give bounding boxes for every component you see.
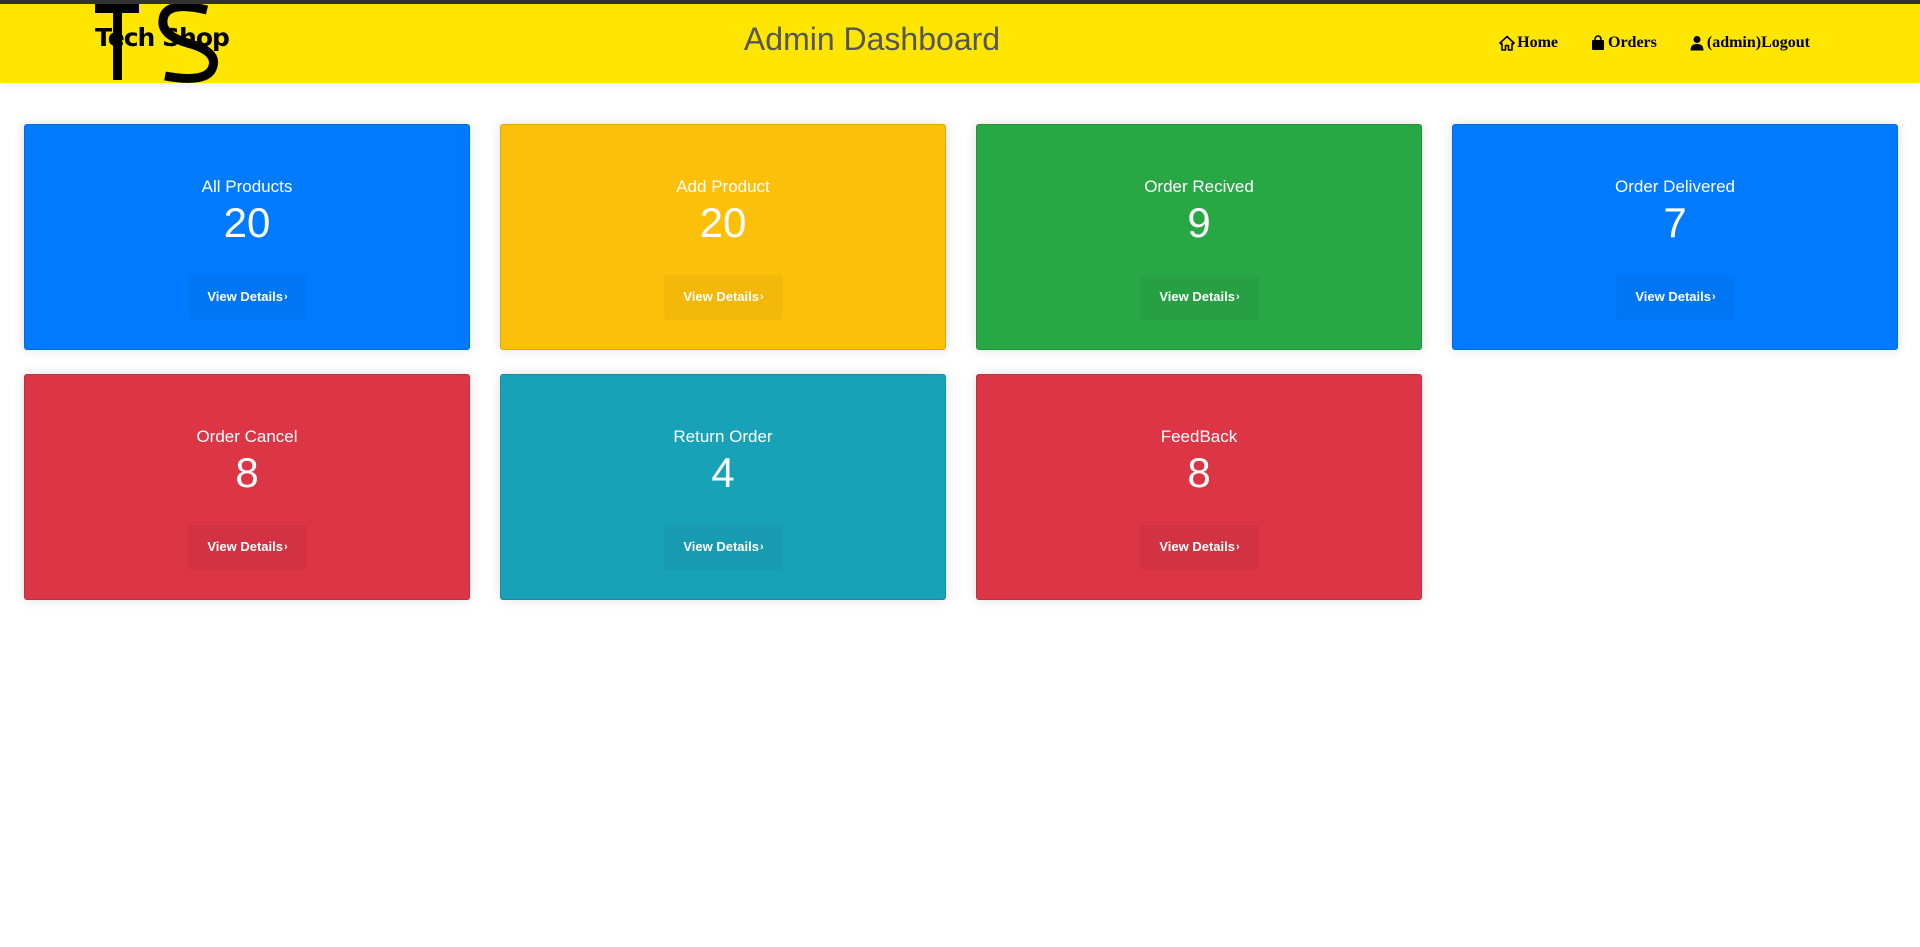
- card-title: FeedBack: [1160, 427, 1238, 446]
- card-count: 8: [235, 449, 259, 496]
- chevron-right-icon: ›: [1711, 290, 1716, 303]
- card-return-order: Return Order 4 View Details ›: [500, 374, 946, 600]
- card-title: All Products: [201, 177, 293, 196]
- card-count: 7: [1663, 199, 1687, 246]
- chevron-right-icon: ›: [1235, 290, 1240, 303]
- card-title: Order Recived: [1144, 177, 1254, 196]
- shopping-bag-icon: [1592, 35, 1604, 50]
- card-count: 8: [1187, 449, 1211, 496]
- nav-menu: Home Orders (admin)Logout: [1499, 34, 1810, 52]
- chevron-right-icon: ›: [759, 290, 764, 303]
- card-title: Order Delivered: [1615, 177, 1735, 196]
- card-title: Order Cancel: [196, 427, 298, 446]
- view-details-label: View Details: [1635, 289, 1711, 304]
- view-details-button[interactable]: View Details ›: [665, 275, 782, 318]
- chevron-right-icon: ›: [283, 540, 288, 553]
- view-details-button[interactable]: View Details ›: [189, 275, 306, 318]
- view-details-label: View Details: [1159, 289, 1235, 304]
- view-details-label: View Details: [1159, 539, 1235, 554]
- view-details-label: View Details: [683, 289, 759, 304]
- user-icon: [1690, 36, 1704, 51]
- chevron-right-icon: ›: [759, 540, 764, 553]
- card-count: 20: [699, 199, 747, 246]
- nav-orders-link[interactable]: Orders: [1590, 34, 1657, 52]
- nav-logout-label: (admin)Logout: [1706, 34, 1810, 51]
- card-count: 9: [1187, 199, 1211, 246]
- nav-orders-label: Orders: [1608, 34, 1657, 51]
- view-details-label: View Details: [207, 539, 283, 554]
- header: Tech Shop Admin Dashboard Home Orders (a…: [0, 4, 1920, 83]
- card-title: Add Product: [676, 177, 770, 196]
- view-details-button[interactable]: View Details ›: [1141, 275, 1258, 318]
- card-add-product: Add Product 20 View Details ›: [500, 124, 946, 350]
- card-title: Return Order: [673, 427, 773, 446]
- view-details-button[interactable]: View Details ›: [1141, 525, 1258, 568]
- card-order-delivered: Order Delivered 7 View Details ›: [1452, 124, 1898, 350]
- card-count: 20: [223, 199, 271, 246]
- card-order-cancel: Order Cancel 8 View Details ›: [24, 374, 470, 600]
- home-icon: [1499, 35, 1515, 51]
- card-count: 4: [711, 449, 735, 496]
- view-details-button[interactable]: View Details ›: [189, 525, 306, 568]
- view-details-button[interactable]: View Details ›: [1617, 275, 1734, 318]
- card-all-products: All Products 20 View Details ›: [24, 124, 470, 350]
- card-order-received: Order Recived 9 View Details ›: [976, 124, 1422, 350]
- dashboard-cards: All Products 20 View Details › Add Produc…: [24, 124, 1898, 600]
- chevron-right-icon: ›: [283, 290, 288, 303]
- nav-home-label: Home: [1517, 34, 1558, 51]
- card-feedback: FeedBack 8 View Details ›: [976, 374, 1422, 600]
- page-title: Admin Dashboard: [743, 21, 1001, 57]
- view-details-label: View Details: [207, 289, 283, 304]
- chevron-right-icon: ›: [1235, 540, 1240, 553]
- nav-logout-link[interactable]: (admin)Logout: [1689, 34, 1810, 52]
- view-details-button[interactable]: View Details ›: [665, 525, 782, 568]
- view-details-label: View Details: [683, 539, 759, 554]
- nav-home-link[interactable]: Home: [1499, 34, 1558, 52]
